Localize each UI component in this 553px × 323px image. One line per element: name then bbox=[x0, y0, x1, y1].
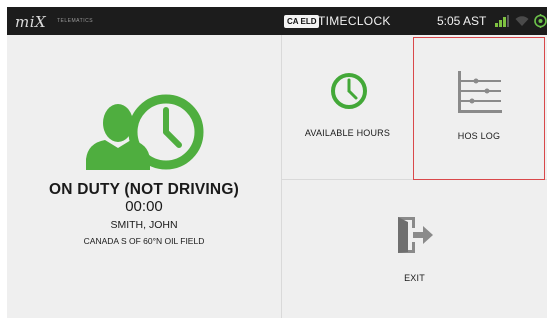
exit-button[interactable]: EXIT bbox=[282, 180, 547, 318]
main-area: ON DUTY (NOT DRIVING) 00:00 SMITH, JOHN … bbox=[7, 35, 547, 318]
driver-name: SMITH, JOHN bbox=[110, 219, 178, 231]
ca-eld-badge: CA ELD bbox=[284, 15, 320, 28]
available-hours-label: AVAILABLE HOURS bbox=[304, 128, 391, 138]
gps-icon bbox=[534, 14, 547, 28]
hos-log-icon bbox=[458, 71, 502, 113]
wifi-icon bbox=[515, 16, 529, 26]
duty-time: 00:00 bbox=[125, 198, 163, 215]
top-bar: miX TELEMATICS CA ELD TIMECLOCK 5:05 AST bbox=[7, 7, 547, 35]
clock-time: 5:05 AST bbox=[437, 14, 487, 28]
exit-door-icon bbox=[398, 217, 433, 253]
clock-icon bbox=[331, 73, 367, 109]
signal-bars-icon bbox=[495, 15, 509, 27]
mix-logo: miX bbox=[15, 13, 47, 31]
available-hours-button[interactable]: AVAILABLE HOURS bbox=[282, 35, 413, 179]
duty-status-panel[interactable]: ON DUTY (NOT DRIVING) 00:00 SMITH, JOHN … bbox=[7, 35, 281, 318]
app-title: TIMECLOCK bbox=[318, 14, 391, 28]
driver-clock-icon bbox=[86, 94, 204, 170]
duty-status-label: ON DUTY (NOT DRIVING) bbox=[49, 181, 239, 198]
logo-subtitle: TELEMATICS bbox=[57, 18, 94, 24]
hos-log-label: HOS LOG bbox=[457, 131, 501, 141]
exit-label: EXIT bbox=[404, 273, 425, 283]
driver-location: CANADA S OF 60°N OIL FIELD bbox=[83, 236, 205, 246]
hos-log-button[interactable]: HOS LOG bbox=[413, 37, 545, 180]
